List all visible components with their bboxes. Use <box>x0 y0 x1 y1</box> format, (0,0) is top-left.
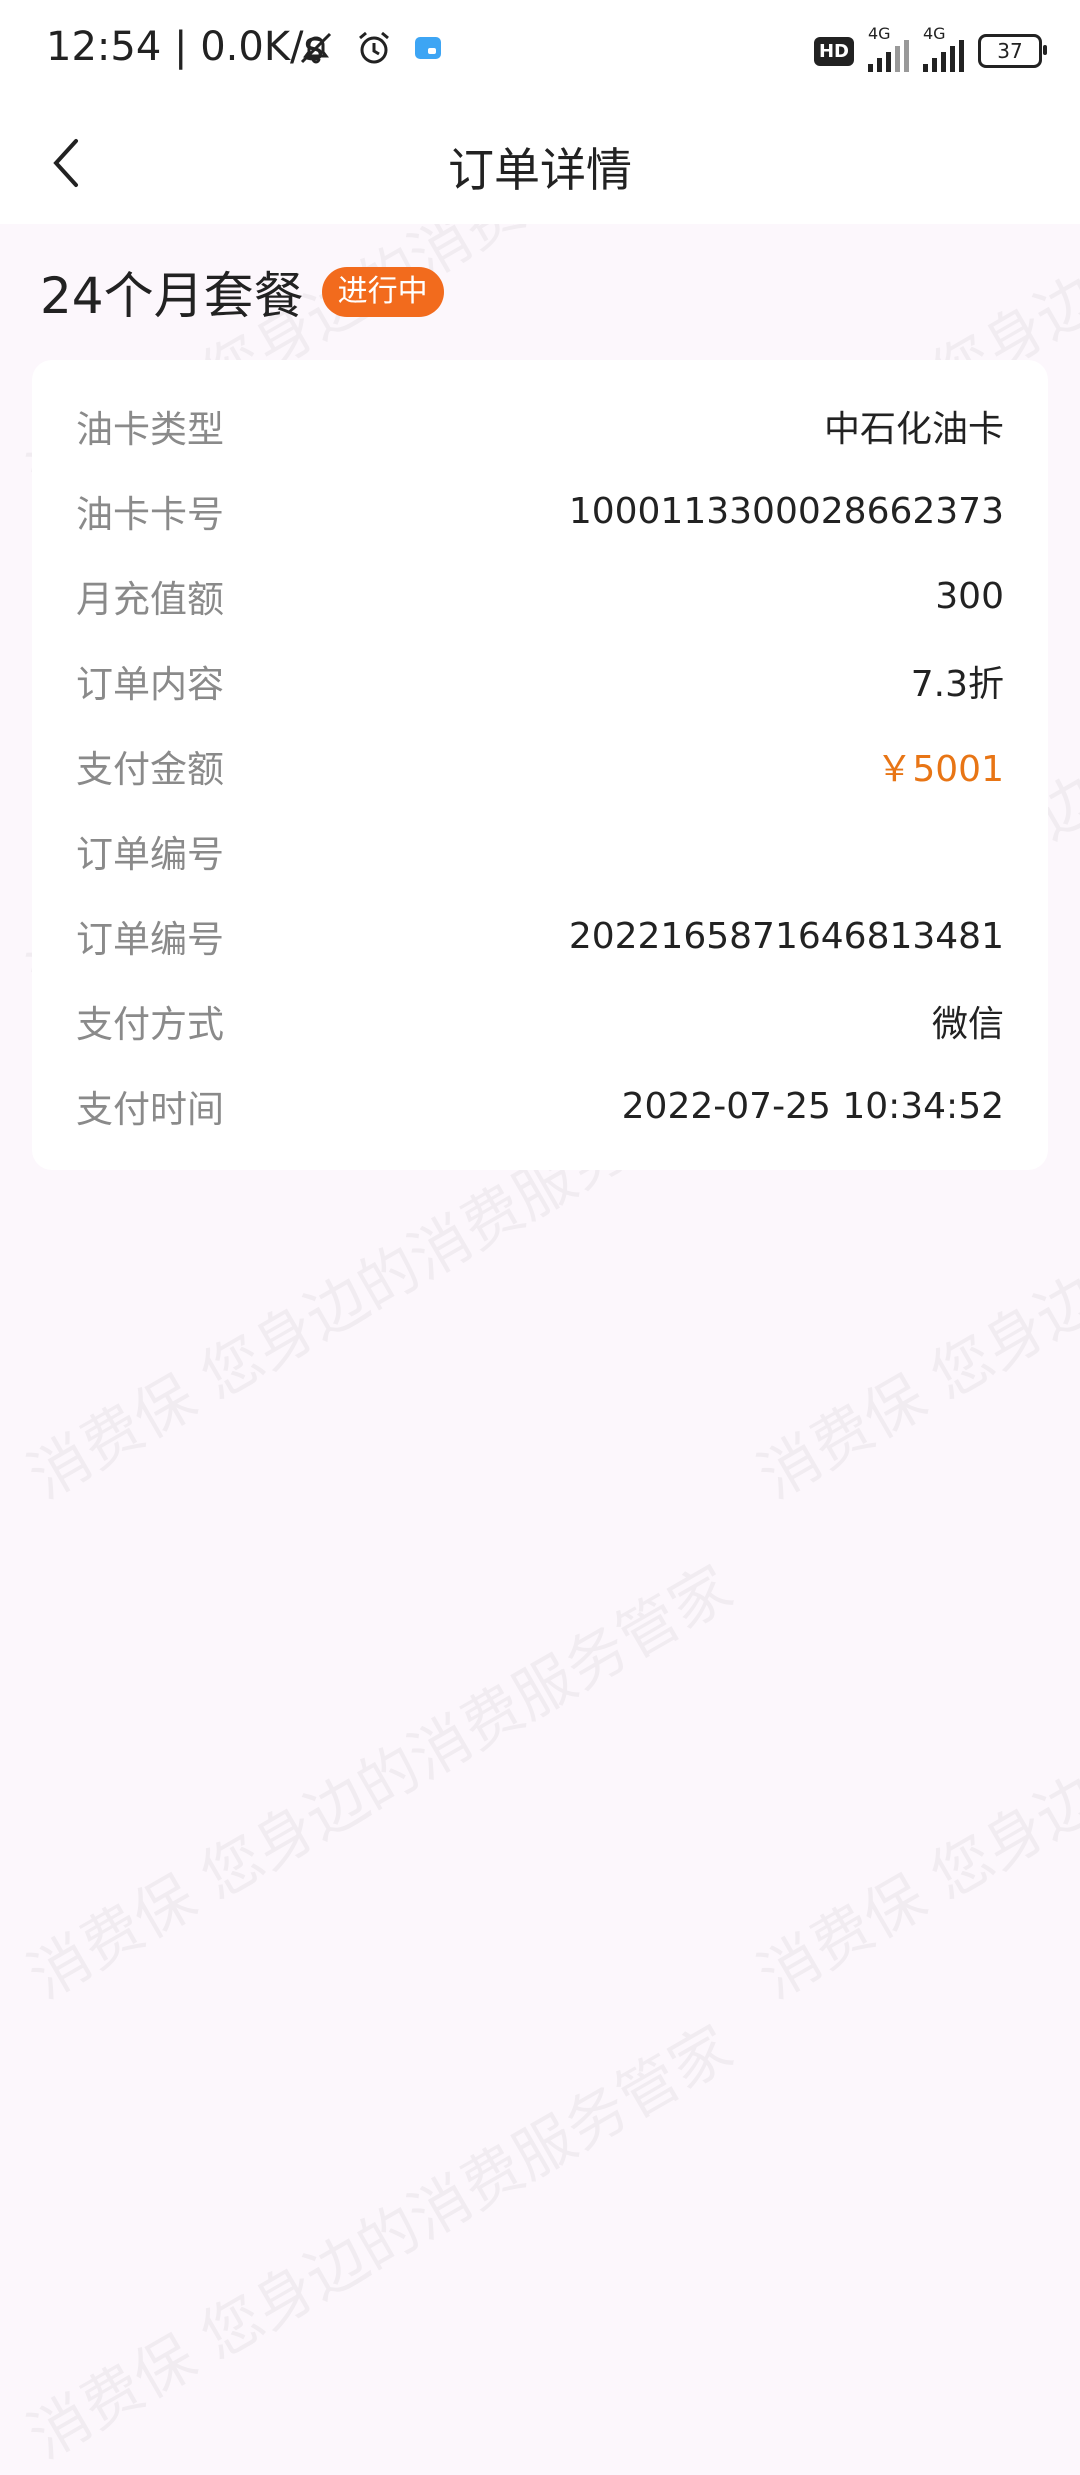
battery-icon: 37 <box>978 34 1047 68</box>
detail-row: 支付金额 ￥5001 <box>76 736 1004 796</box>
detail-row: 订单内容 7.3折 <box>76 651 1004 711</box>
signal-sim2-icon: 4G <box>923 24 964 72</box>
detail-value: 2022-07-25 10:34:52 <box>621 1085 1004 1127</box>
app-notification-icon <box>412 32 444 68</box>
order-detail-card: 油卡类型 中石化油卡 油卡卡号 1000113300028662373 月充值额… <box>32 360 1048 1170</box>
detail-row: 油卡卡号 1000113300028662373 <box>76 481 1004 541</box>
hd-badge: HD <box>813 36 854 66</box>
detail-row: 支付方式 微信 <box>76 991 1004 1051</box>
status-time-speed: 12:54 | 0.0K/s <box>46 24 325 70</box>
detail-label: 订单编号 <box>76 918 224 961</box>
detail-row: 支付时间 2022-07-25 10:34:52 <box>76 1076 1004 1136</box>
detail-label: 月充值额 <box>76 578 224 621</box>
watermark: 消费保 您身边的消费服务管家 <box>10 1540 746 2015</box>
detail-row: 油卡类型 中石化油卡 <box>76 396 1004 456</box>
detail-value: 1000113300028662373 <box>568 490 1004 532</box>
detail-value: 7.3折 <box>910 664 1004 705</box>
plan-header: 24个月套餐 进行中 <box>40 256 444 328</box>
plan-title: 24个月套餐 <box>40 267 304 325</box>
detail-row: 月充值额 300 <box>76 566 1004 626</box>
detail-label: 支付方式 <box>76 1003 224 1046</box>
alarm-icon <box>354 28 394 72</box>
detail-label: 订单内容 <box>76 663 224 706</box>
mute-icon <box>296 28 336 72</box>
detail-value: 2022165871646813481 <box>568 915 1004 957</box>
page-title: 订单详情 <box>448 143 632 197</box>
payment-amount: ￥5001 <box>876 749 1004 790</box>
detail-value: 微信 <box>931 1004 1004 1045</box>
watermark: 消费保 您身边的消费服务管家 <box>10 2000 746 2475</box>
status-time: 12:54 <box>46 24 162 70</box>
status-badge: 进行中 <box>321 267 444 317</box>
detail-label: 订单编号 <box>76 833 224 876</box>
detail-label: 支付金额 <box>76 748 224 791</box>
detail-label: 支付时间 <box>76 1088 224 1131</box>
status-bar: 12:54 | 0.0K/s HD 4G 4G 37 <box>0 0 1080 104</box>
detail-label: 油卡卡号 <box>76 493 224 536</box>
watermark: 消费保 您身边的消费服务管家 <box>740 1540 1080 2015</box>
nav-bar: 订单详情 <box>0 104 1080 224</box>
detail-value: 中石化油卡 <box>823 409 1004 450</box>
detail-row: 订单编号 <box>76 821 1004 881</box>
status-right: HD 4G 4G 37 <box>813 24 1047 72</box>
detail-row: 订单编号 2022165871646813481 <box>76 906 1004 966</box>
signal-sim1-icon: 4G <box>868 24 909 72</box>
detail-value: 300 <box>935 575 1004 617</box>
detail-label: 油卡类型 <box>76 408 224 451</box>
status-icons <box>296 28 444 72</box>
